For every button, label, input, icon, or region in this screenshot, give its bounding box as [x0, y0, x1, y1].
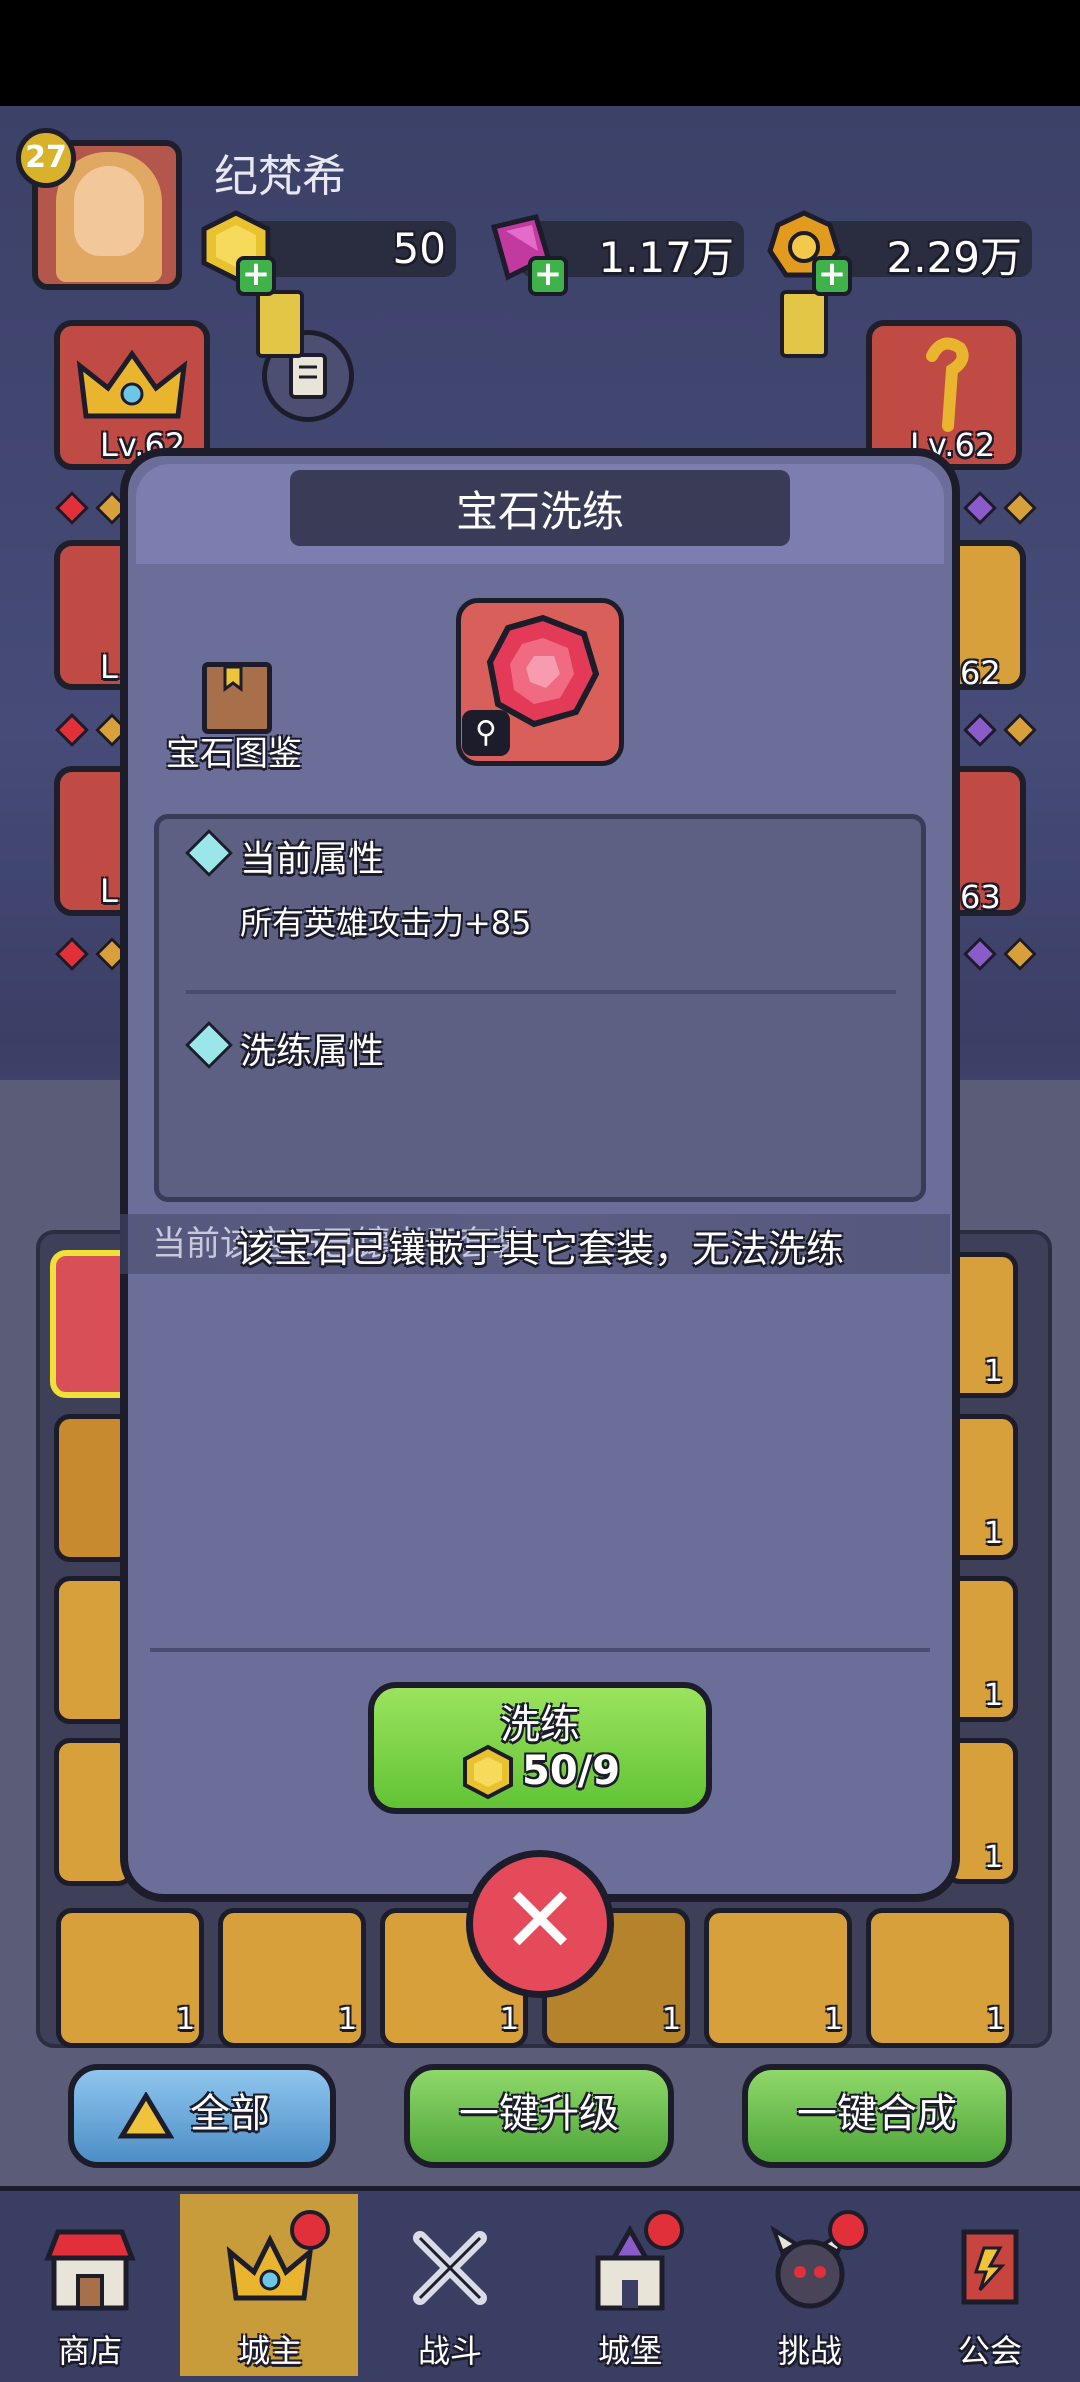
helmet-slot-level: L [100, 872, 118, 910]
one-click-upgrade-button[interactable]: 一键升级 [404, 2064, 674, 2168]
nav-shop[interactable]: 商店 [0, 2194, 180, 2378]
current-attribute-heading: 当前属性 [240, 839, 385, 880]
refine-cost: 50/9 [522, 1748, 621, 1794]
status-bar [0, 0, 1080, 106]
gem-count: 1 [984, 1354, 1004, 1389]
current-attribute-value: 所有英雄攻击力+85 [240, 904, 532, 942]
slot-quality-diamonds [960, 937, 1040, 971]
player-name: 纪梵希 [214, 151, 346, 202]
nav-guild[interactable]: 公会 [900, 2194, 1080, 2378]
slot-quality-diamonds [960, 713, 1040, 747]
gem-count: 1 [662, 2002, 682, 2037]
filter-all-label: 全部 [190, 2091, 270, 2137]
nav-label: 公会 [957, 2332, 1022, 2370]
nav-lord[interactable]: 城主 [180, 2194, 360, 2378]
nav-label: 商店 [57, 2332, 122, 2370]
nav-label: 挑战 [777, 2332, 842, 2370]
refine-attribute-heading: 洗练属性 [240, 1031, 385, 1072]
nav-label: 城主 [237, 2332, 302, 2370]
add-crystal-button[interactable]: + [528, 256, 568, 296]
dialog-divider [150, 1648, 930, 1652]
nav-challenge[interactable]: 挑战 [720, 2194, 900, 2378]
one-click-combine-label: 一键合成 [797, 2091, 957, 2137]
lantern-left-icon [256, 290, 304, 358]
one-click-upgrade-label: 一键升级 [459, 2091, 619, 2137]
gem-count: 1 [984, 1678, 1004, 1713]
add-coin-button[interactable]: + [812, 256, 852, 296]
gem-codex-label[interactable]: 宝石图鉴 [166, 726, 302, 775]
filter-all-button[interactable]: 全部 [68, 2064, 336, 2168]
armor-slot-level: L [100, 648, 118, 686]
notification-dot [644, 2210, 684, 2250]
notification-dot [290, 2210, 330, 2250]
coin-value: 2.29万 [886, 233, 1022, 282]
player-level-badge: 27 [16, 128, 76, 188]
gem-count: 1 [338, 2002, 358, 2037]
nav-battle[interactable]: 战斗 [360, 2194, 540, 2378]
belt-slot-level: 63 [960, 878, 1001, 916]
gem-type-icon: ⚲ [462, 710, 510, 756]
nav-castle[interactable]: 城堡 [540, 2194, 720, 2378]
add-gold-gem-button[interactable]: + [236, 256, 276, 296]
nav-label: 城堡 [597, 2332, 662, 2370]
crossed-swords-icon [400, 2218, 500, 2318]
gold-gem-icon [460, 1744, 516, 1800]
shop-icon [40, 2218, 140, 2318]
notification-dot [828, 2210, 868, 2250]
avatar-face [74, 166, 144, 256]
gem-codex-book-icon[interactable] [202, 662, 272, 734]
gem-count: 1 [984, 1516, 1004, 1551]
ring-slot-level: 62 [960, 654, 1001, 692]
gold-gem-value: 50 [392, 224, 446, 273]
gem-count: 1 [500, 2002, 520, 2037]
refine-button-label: 洗练 [500, 1702, 580, 1748]
close-icon[interactable]: ✕ [466, 1850, 614, 1998]
crystal-value: 1.17万 [598, 233, 734, 282]
gem-count: 1 [984, 1840, 1004, 1875]
gem-count: 1 [176, 2002, 196, 2037]
gem-count: 1 [986, 2002, 1006, 2037]
lantern-right-icon [780, 290, 828, 358]
one-click-combine-button[interactable]: 一键合成 [742, 2064, 1012, 2168]
toast-message: 该宝石已镶嵌于其它套装，无法洗练 [235, 1227, 844, 1271]
attribute-divider [186, 990, 896, 994]
slot-quality-diamonds [960, 491, 1040, 525]
guild-banner-icon [940, 2218, 1040, 2318]
gem-count: 1 [824, 2002, 844, 2037]
nav-label: 战斗 [417, 2332, 482, 2370]
dialog-title: 宝石洗练 [455, 487, 624, 536]
